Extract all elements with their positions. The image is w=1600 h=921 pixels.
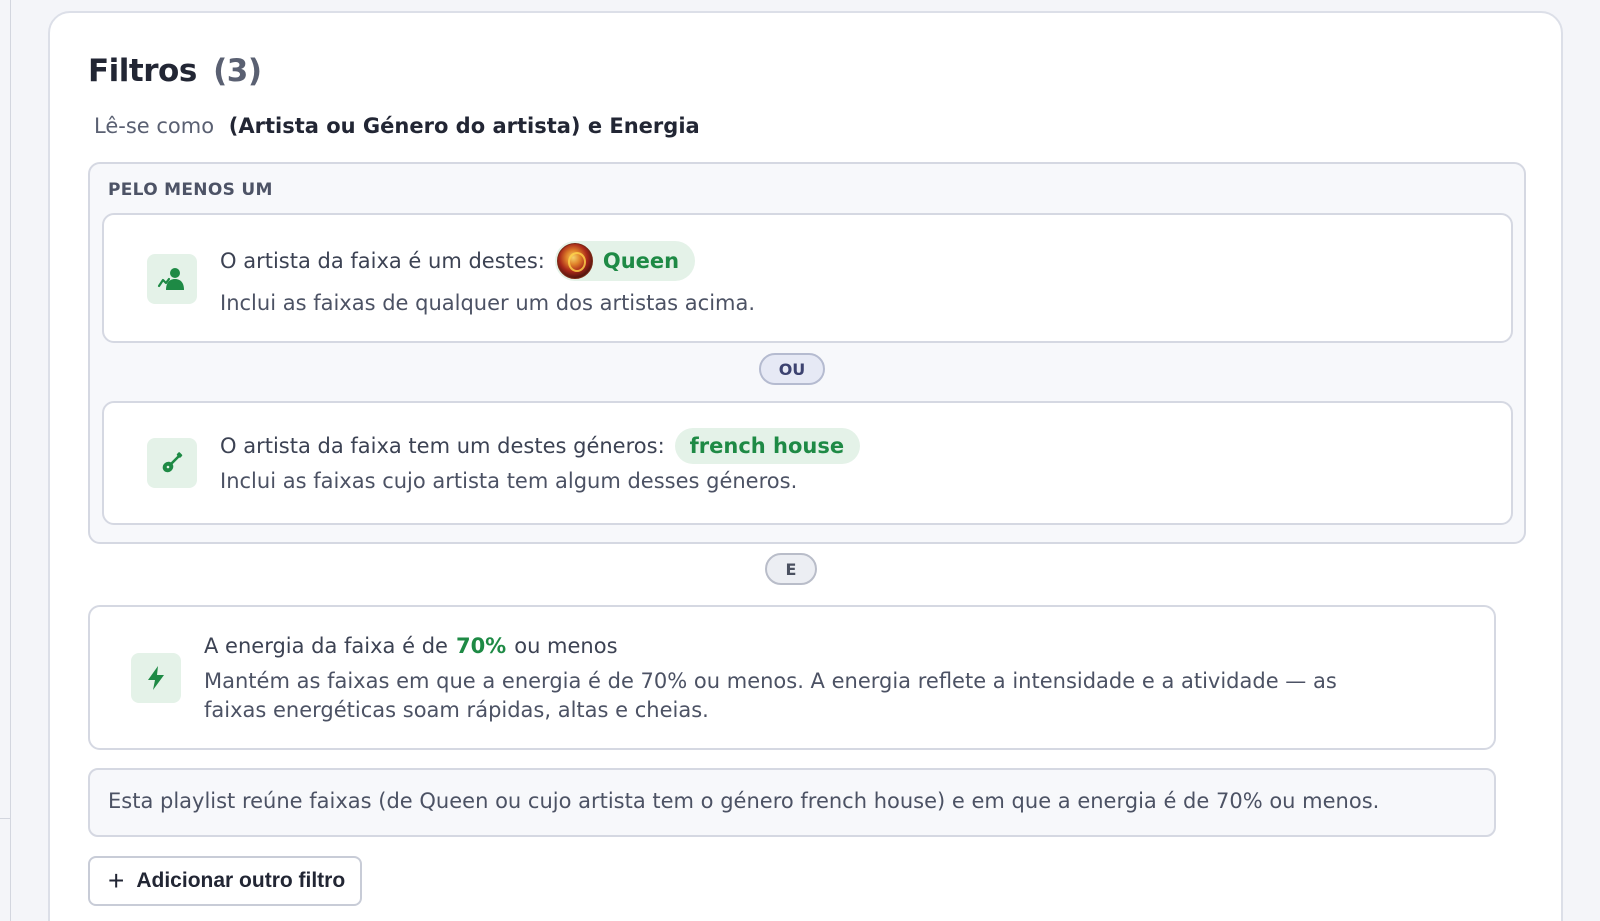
plus-icon: +: [108, 865, 125, 896]
filters-card: Filtros (3) Lê-se como (Artista ou Géner…: [48, 11, 1563, 921]
genre-rule-text: O artista da faixa tem um destes géneros…: [220, 434, 665, 458]
artist-chip-label: Queen: [602, 249, 680, 273]
artist-rule-description: Inclui as faixas de qualquer um dos arti…: [220, 291, 756, 315]
artist-chip[interactable]: Queen: [554, 241, 696, 281]
add-filter-button[interactable]: + Adicionar outro filtro: [88, 856, 362, 906]
artist-rule-text-line: O artista da faixa é um destes: Queen: [220, 240, 696, 282]
filters-title-text: Filtros: [88, 53, 197, 89]
energy-rule-text-line: A energia da faixa é de 70% ou menos: [204, 631, 618, 661]
energy-rule-description: Mantém as faixas em que a energia é de 7…: [204, 669, 1337, 722]
sidebar-divider: [0, 818, 11, 819]
filters-count: (3): [213, 53, 262, 89]
reads-as-line: Lê-se como (Artista ou Género do artista…: [94, 114, 700, 138]
artist-avatar: [556, 243, 593, 279]
genre-rule[interactable]: O artista da faixa tem um destes géneros…: [102, 401, 1513, 525]
energy-value[interactable]: 70%: [456, 634, 506, 658]
artist-icon: [147, 254, 197, 304]
at-least-one-group: PELO MENOS UM O artista da faixa é um de…: [88, 162, 1526, 544]
genre-chip-label: french house: [689, 434, 845, 458]
left-sidebar-edge: [0, 0, 11, 921]
playlist-summary: Esta playlist reúne faixas (de Queen ou …: [88, 768, 1496, 837]
group-label: PELO MENOS UM: [108, 180, 273, 200]
energy-rule[interactable]: A energia da faixa é de 70% ou menos Man…: [88, 605, 1496, 750]
genre-chip[interactable]: french house: [674, 428, 861, 464]
genre-rule-text-line: O artista da faixa tem um destes géneros…: [220, 427, 861, 465]
filters-title: Filtros (3): [88, 53, 262, 89]
artist-rule-text: O artista da faixa é um destes:: [220, 249, 545, 273]
genre-rule-description: Inclui as faixas cujo artista tem algum …: [220, 469, 798, 493]
artist-rule[interactable]: O artista da faixa é um destes: Queen In…: [102, 213, 1513, 343]
energy-rule-text-before: A energia da faixa é de: [204, 634, 448, 658]
guitar-icon: [147, 438, 197, 488]
or-connector[interactable]: OU: [759, 353, 825, 385]
add-filter-label: Adicionar outro filtro: [136, 869, 346, 892]
reads-as-label: Lê-se como: [94, 114, 215, 138]
reads-as-expression: (Artista ou Género do artista) e Energia: [228, 114, 700, 138]
lightning-icon: [131, 653, 181, 703]
energy-rule-text-after: ou menos: [514, 634, 618, 658]
and-connector[interactable]: E: [765, 553, 817, 585]
